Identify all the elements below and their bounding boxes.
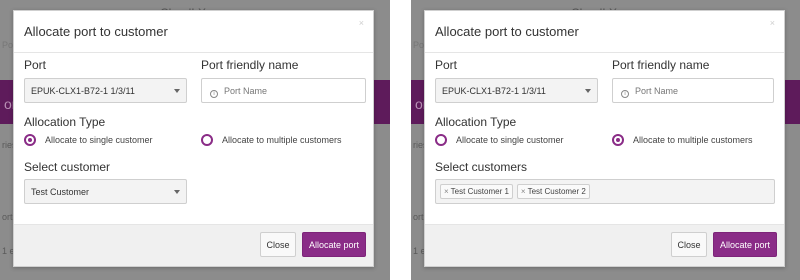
radio-allocate-single[interactable]: Allocate to single customer bbox=[435, 134, 564, 146]
info-icon: i bbox=[621, 90, 629, 98]
radio-allocate-single[interactable]: Allocate to single customer bbox=[24, 134, 153, 146]
allocate-port-button[interactable]: Allocate port bbox=[302, 232, 366, 257]
radio-allocate-single-label: Allocate to single customer bbox=[456, 135, 564, 145]
chevron-down-icon bbox=[174, 190, 180, 194]
customer-select[interactable]: Test Customer bbox=[24, 179, 187, 204]
allocation-type-label: Allocation Type bbox=[24, 115, 106, 129]
port-label: Port bbox=[24, 58, 47, 72]
close-icon[interactable]: × bbox=[359, 18, 364, 28]
close-icon[interactable]: × bbox=[770, 18, 775, 28]
modal-title: Allocate port to customer bbox=[24, 24, 168, 39]
customer-tag[interactable]: × Test Customer 1 bbox=[440, 184, 513, 199]
close-button[interactable]: Close bbox=[671, 232, 707, 257]
modal-header: Allocate port to customer × bbox=[14, 11, 373, 53]
port-name-placeholder: Port Name bbox=[224, 86, 268, 96]
port-friendly-name-input[interactable]: i Port Name bbox=[612, 78, 774, 103]
radio-button-unchecked[interactable] bbox=[201, 134, 213, 146]
radio-button-checked[interactable] bbox=[24, 134, 36, 146]
port-name-placeholder: Port Name bbox=[635, 86, 679, 96]
info-icon: i bbox=[210, 90, 218, 98]
modal-body: Port EPUK-CLX1-B72-1 1/3/11 Port friendl… bbox=[14, 53, 373, 226]
select-customer-label: Select customer bbox=[24, 160, 111, 174]
screenshot-canvas: CloudLX Port or ries ort 1 e CloudLX Por… bbox=[0, 0, 800, 280]
radio-button-unchecked[interactable] bbox=[435, 134, 447, 146]
customer-select-value: Test Customer bbox=[31, 187, 90, 197]
modal-header: Allocate port to customer × bbox=[425, 11, 784, 53]
port-label: Port bbox=[435, 58, 458, 72]
radio-allocate-multiple[interactable]: Allocate to multiple customers bbox=[201, 134, 342, 146]
customer-tag-label: Test Customer 1 bbox=[450, 187, 509, 196]
allocate-port-button[interactable]: Allocate port bbox=[713, 232, 777, 257]
customer-tag[interactable]: × Test Customer 2 bbox=[516, 184, 590, 199]
background-side-text: ort bbox=[413, 212, 424, 222]
remove-tag-icon[interactable]: × bbox=[444, 187, 449, 196]
allocate-port-modal-single: Allocate port to customer × Port EPUK-CL… bbox=[13, 10, 374, 267]
chevron-down-icon bbox=[174, 89, 180, 93]
modal-footer: Close Allocate port bbox=[425, 224, 784, 266]
close-button[interactable]: Close bbox=[260, 232, 296, 257]
radio-allocate-single-label: Allocate to single customer bbox=[45, 135, 153, 145]
background-side-text: ort bbox=[2, 212, 13, 222]
modal-body: Port EPUK-CLX1-B72-1 1/3/11 Port friendl… bbox=[425, 53, 784, 226]
customer-tag-label: Test Customer 2 bbox=[527, 187, 586, 196]
port-select[interactable]: EPUK-CLX1-B72-1 1/3/11 bbox=[24, 78, 187, 103]
modal-title: Allocate port to customer bbox=[435, 24, 579, 39]
port-friendly-name-label: Port friendly name bbox=[612, 58, 710, 72]
port-friendly-name-label: Port friendly name bbox=[201, 58, 299, 72]
radio-allocate-multiple-label: Allocate to multiple customers bbox=[633, 135, 753, 145]
customers-multi-select[interactable]: × Test Customer 1 × Test Customer 2 bbox=[435, 179, 775, 204]
chevron-down-icon bbox=[585, 89, 591, 93]
radio-allocate-multiple-label: Allocate to multiple customers bbox=[222, 135, 342, 145]
radio-allocate-multiple[interactable]: Allocate to multiple customers bbox=[612, 134, 753, 146]
port-select-value: EPUK-CLX1-B72-1 1/3/11 bbox=[31, 86, 135, 96]
select-customers-label: Select customers bbox=[435, 160, 528, 174]
remove-tag-icon[interactable]: × bbox=[521, 187, 526, 196]
allocation-type-label: Allocation Type bbox=[435, 115, 517, 129]
allocate-port-modal-multiple: Allocate port to customer × Port EPUK-CL… bbox=[424, 10, 785, 267]
modal-footer: Close Allocate port bbox=[14, 224, 373, 266]
port-select[interactable]: EPUK-CLX1-B72-1 1/3/11 bbox=[435, 78, 598, 103]
port-select-value: EPUK-CLX1-B72-1 1/3/11 bbox=[442, 86, 546, 96]
port-friendly-name-input[interactable]: i Port Name bbox=[201, 78, 366, 103]
radio-button-checked[interactable] bbox=[612, 134, 624, 146]
